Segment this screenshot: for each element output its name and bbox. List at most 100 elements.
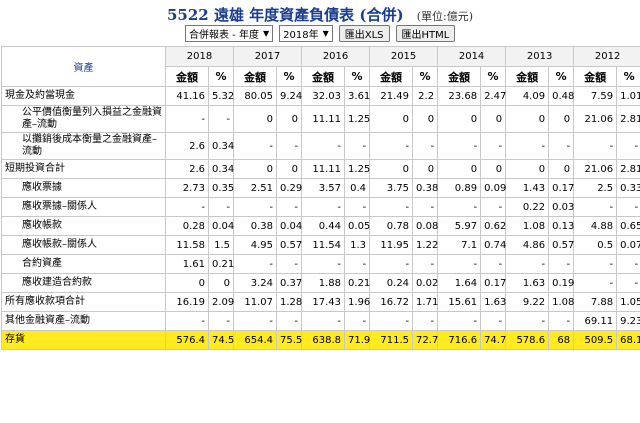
percent-cell: 0.13 <box>548 216 574 236</box>
percent-cell: 1.22 <box>412 235 438 255</box>
year-select[interactable]: 2018年 ▼ <box>279 25 333 42</box>
percent-cell: 1.96 <box>344 292 370 312</box>
amount-cell: - <box>573 197 618 217</box>
percent-cell: 0.21 <box>344 273 370 293</box>
amount-cell: 1.63 <box>505 273 550 293</box>
amount-cell: 0 <box>505 159 550 179</box>
amount-cell: - <box>233 254 278 274</box>
percent-cell: - <box>412 311 439 331</box>
amount-header: 金額 <box>505 66 550 87</box>
percent-header: % <box>276 66 303 87</box>
dropdown-arrow-icon: ▼ <box>322 29 329 38</box>
amount-header: 金額 <box>301 66 346 87</box>
percent-cell: 1.63 <box>480 292 506 312</box>
year-header: 2017 <box>233 46 303 67</box>
amount-cell: - <box>505 311 550 331</box>
amount-cell: - <box>573 273 618 293</box>
amount-cell: 15.61 <box>437 292 482 312</box>
percent-cell: 0 <box>548 105 575 133</box>
amount-cell: 716.6 <box>437 330 482 350</box>
year-header: 2015 <box>369 46 439 67</box>
percent-cell: - <box>480 254 507 274</box>
percent-cell: 0.04 <box>276 216 302 236</box>
percent-cell: 0.48 <box>548 86 574 106</box>
percent-header: % <box>616 66 640 87</box>
percent-cell: 0.04 <box>207 216 234 236</box>
table-row: 應收建造合約款 0 0 3.24 0.37 1.88 0.21 0.24 0.02 1.64 0.1… <box>1 273 640 293</box>
percent-cell: 0.57 <box>548 235 574 255</box>
amount-header: 金額 <box>573 66 618 87</box>
amount-cell: 2.73 <box>165 178 209 198</box>
row-label: 以攤銷後成本衡量之金融資產–流動 <box>1 132 166 160</box>
year-header: 2014 <box>437 46 507 67</box>
amount-cell: 3.57 <box>301 178 346 198</box>
row-label: 應收建造合約款 <box>1 273 166 293</box>
amount-cell: 21.06 <box>573 159 618 179</box>
asset-column-header: 資產 <box>1 46 166 87</box>
amount-cell: - <box>369 254 414 274</box>
percent-cell: 74.7 <box>480 330 506 350</box>
amount-cell: 0 <box>233 159 278 179</box>
amount-cell: 21.49 <box>369 86 414 106</box>
amount-cell: 7.59 <box>573 86 618 106</box>
amount-cell: 0 <box>369 105 414 133</box>
amount-cell: - <box>437 311 482 331</box>
amount-cell: 576.4 <box>165 330 209 350</box>
amount-cell: 80.05 <box>233 86 278 106</box>
percent-cell: - <box>480 197 507 217</box>
row-label: 現金及約當現金 <box>1 86 166 106</box>
percent-cell: 0.07 <box>616 235 640 255</box>
percent-cell: - <box>276 311 303 331</box>
percent-cell: - <box>207 105 235 133</box>
percent-cell: - <box>548 254 575 274</box>
table-row: 短期投資合計 2.6 0.34 0 0 11.11 1.25 0 0 0 0 0 0 21.06 2.81 <box>1 159 640 179</box>
amount-cell: 1.08 <box>505 216 550 236</box>
amount-cell: - <box>369 311 414 331</box>
table-row: 存貨 576.4 74.5 654.4 75.5 638.8 71.9 711.5 72.7 71… <box>1 330 640 350</box>
report-type-select[interactable]: 合併報表 - 年度 ▼ <box>185 25 274 42</box>
table-body: 現金及約當現金 41.16 5.32 80.05 9.24 32.03 3.61 21.49 2… <box>1 86 640 350</box>
amount-cell: 9.22 <box>505 292 550 312</box>
amount-cell: 1.64 <box>437 273 482 293</box>
amount-cell: 1.43 <box>505 178 550 198</box>
amount-cell: - <box>573 254 618 274</box>
percent-cell: 0.34 <box>207 159 234 179</box>
export-xls-button[interactable]: 匯出XLS <box>338 25 390 42</box>
export-html-button[interactable]: 匯出HTML <box>395 25 456 42</box>
row-label: 應收帳款–關係人 <box>1 235 166 255</box>
percent-cell: 1.08 <box>548 292 574 312</box>
percent-cell: - <box>412 132 439 160</box>
percent-cell: 2.09 <box>207 292 234 312</box>
amount-cell: - <box>573 132 618 160</box>
percent-cell: 0 <box>480 105 507 133</box>
percent-cell: 72.7 <box>412 330 438 350</box>
percent-cell: - <box>412 254 439 274</box>
table-row: 現金及約當現金 41.16 5.32 80.05 9.24 32.03 3.61 21.49 2… <box>1 86 640 106</box>
percent-cell: 0 <box>276 105 303 133</box>
amount-cell: 0 <box>233 105 278 133</box>
row-label: 存貨 <box>1 330 166 350</box>
table-row: 應收票據 2.73 0.35 2.51 0.29 3.57 0.4 3.75 0.38 0.89 0… <box>1 178 640 198</box>
percent-cell: 1.28 <box>276 292 302 312</box>
percent-cell: 0.17 <box>548 178 574 198</box>
amount-cell: 0.22 <box>505 197 550 217</box>
percent-cell: 0.02 <box>412 273 438 293</box>
year-header: 2012 <box>573 46 640 67</box>
percent-cell: - <box>344 132 371 160</box>
percent-header: % <box>412 66 439 87</box>
percent-cell: 1.05 <box>616 292 640 312</box>
amount-cell: 5.97 <box>437 216 482 236</box>
amount-cell: 41.16 <box>165 86 209 106</box>
amount-cell: 0 <box>165 273 209 293</box>
amount-cell: 2.5 <box>573 178 618 198</box>
table-row: 以攤銷後成本衡量之金融資產–流動 2.6 0.34- - - - - - - - - - - - <box>1 132 640 160</box>
amount-cell: 11.54 <box>301 235 346 255</box>
percent-cell: - <box>207 197 235 217</box>
percent-header: % <box>207 66 235 87</box>
page-header: 5522 遠雄 年度資產負債表 (合併) (單位:億元) 合併報表 - 年度 ▼… <box>0 0 640 46</box>
amount-header: 金額 <box>233 66 278 87</box>
unit-label: (單位:億元) <box>416 10 473 23</box>
row-label: 應收票據–關係人 <box>1 197 166 217</box>
amount-cell: - <box>505 132 550 160</box>
controls-bar: 合併報表 - 年度 ▼ 2018年 ▼ 匯出XLS 匯出HTML <box>185 25 456 42</box>
